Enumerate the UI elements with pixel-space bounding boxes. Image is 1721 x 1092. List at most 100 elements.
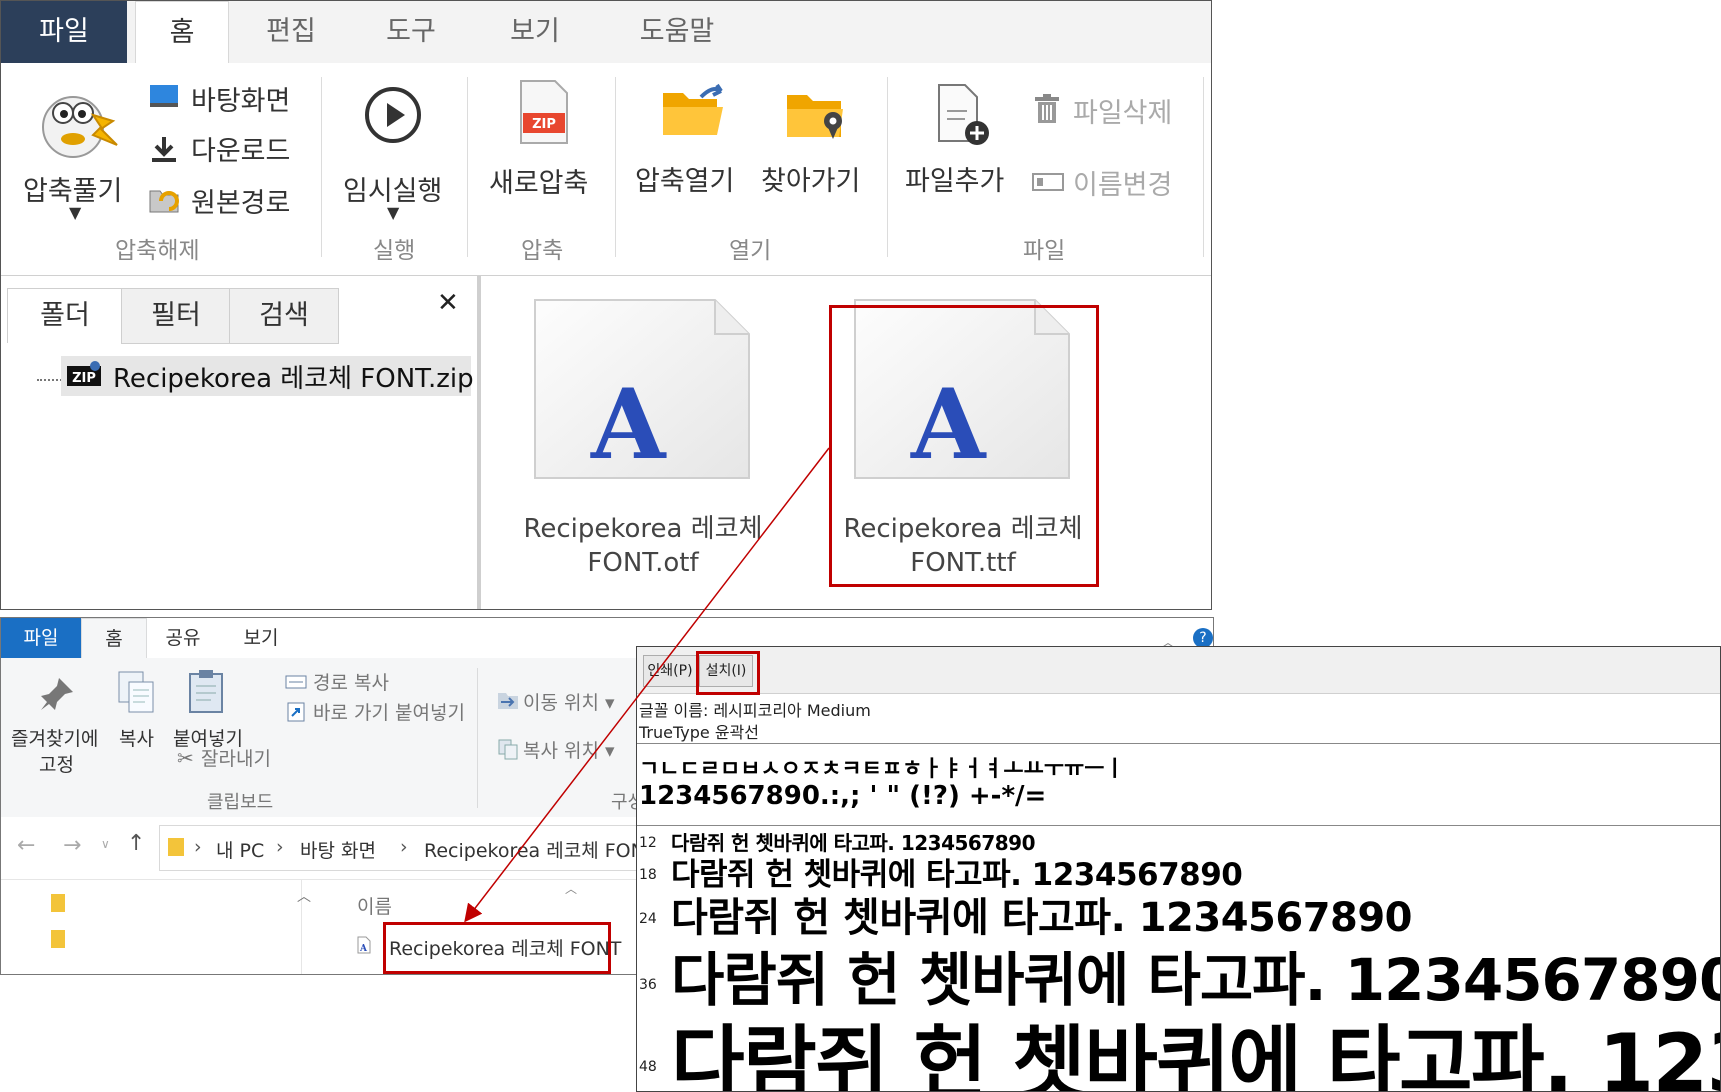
ribbon-tab-bar: 파일 홈 편집 도구 보기 도움말 [1, 1, 1211, 65]
tab-home[interactable]: 홈 [135, 1, 229, 65]
folder-icon [168, 838, 184, 856]
cut-button[interactable]: 잘라내기 [201, 744, 271, 771]
ribbon-divider [321, 77, 322, 257]
sample-size-label: 12 [639, 835, 657, 851]
zip-file-icon[interactable]: ZIP [517, 79, 571, 145]
move-to-button[interactable]: 이동 위치 ▾ [523, 688, 615, 715]
back-arrow-icon[interactable]: ← [17, 833, 35, 858]
breadcrumb-this-pc[interactable]: 내 PC [216, 836, 264, 863]
tab-filter[interactable]: 필터 [121, 288, 231, 344]
new-archive-button[interactable]: 새로압축 [489, 161, 588, 200]
tab-tools[interactable]: 도구 [361, 1, 461, 63]
file-name-otf[interactable]: Recipekorea 레코체 FONT.otf [493, 512, 793, 580]
forward-arrow-icon[interactable]: → [63, 833, 81, 858]
locate-folder-icon[interactable] [785, 87, 847, 143]
nav-pane-scroll-up-icon[interactable]: ︿ [297, 886, 311, 906]
help-icon[interactable]: ? [1193, 628, 1213, 648]
copy-button[interactable]: 복사 [119, 724, 154, 751]
play-icon[interactable] [363, 85, 423, 145]
breadcrumb-desktop[interactable]: 바탕 화면 [300, 836, 376, 863]
group-label-file: 파일 [1023, 238, 1066, 264]
group-label-clipboard: 클립보드 [207, 792, 274, 813]
breadcrumb-current-folder[interactable]: Recipekorea 레코체 FONT [424, 836, 656, 863]
file-name-line: Recipekorea 레코체 [523, 514, 763, 544]
otf-file-icon[interactable]: A [533, 298, 751, 481]
ribbon-divider [477, 668, 478, 808]
tab-search[interactable]: 검색 [229, 288, 339, 344]
tab-share[interactable]: 공유 [151, 618, 215, 658]
jamo-sample-line: ㄱㄴㄷㄹㅁㅂㅅㅇㅈㅊㅋㅌㅍㅎㅏㅑㅓㅕㅗㅛㅜㅠㅡㅣ [639, 757, 1125, 782]
move-to-label: 이동 위치 [523, 692, 599, 714]
folder-icon[interactable] [51, 894, 65, 912]
archive-sidebar: 폴더 필터 검색 ✕ ZIP Recipekorea 레코체 FONT.zip [1, 276, 481, 609]
open-archive-button[interactable]: 압축열기 [635, 159, 734, 198]
tab-home[interactable]: 홈 [81, 618, 147, 659]
copy-to-icon [497, 738, 519, 760]
up-arrow-icon[interactable]: ↑ [127, 831, 145, 856]
rename-button[interactable]: 이름변경 [1073, 163, 1172, 202]
scissors-icon: ✂ [177, 746, 194, 770]
sample-size-label: 36 [639, 977, 657, 993]
font-file-icon: A [357, 936, 371, 954]
install-highlight-box [696, 651, 760, 695]
tree-item-label: Recipekorea 레코체 FONT.zip [113, 364, 474, 394]
trash-icon [1033, 93, 1061, 125]
pin-label-line-2: 고정 [39, 754, 74, 776]
explorer-file-highlight-box [383, 922, 611, 974]
pin-to-quick-access-button[interactable]: 즐겨찾기에 [11, 724, 98, 751]
sample-size-label: 48 [639, 1059, 657, 1075]
desktop-icon [149, 83, 179, 109]
paste-shortcut-button[interactable]: 바로 가기 붙여넣기 [313, 698, 465, 725]
tree-item[interactable]: ZIP Recipekorea 레코체 FONT.zip [61, 356, 474, 396]
tab-edit[interactable]: 편집 [241, 1, 341, 63]
digits-sample-line: 1234567890.:,; ' " (!?) +-*/= [639, 781, 1047, 811]
add-file-button[interactable]: 파일추가 [905, 159, 1004, 198]
pin-icon[interactable] [39, 676, 75, 712]
origin-path-icon [147, 183, 181, 215]
breadcrumb-separator: › [400, 836, 408, 858]
recent-dropdown-icon[interactable]: ∨ [101, 837, 110, 851]
close-icon[interactable]: ✕ [437, 288, 459, 318]
group-label-extract: 압축해제 [115, 238, 200, 264]
print-button[interactable]: 인쇄(P) [643, 655, 697, 687]
copy-to-button[interactable]: 복사 위치 ▾ [523, 736, 615, 763]
ribbon-divider [887, 77, 888, 257]
svg-text:ZIP: ZIP [532, 117, 556, 132]
tab-file[interactable]: 파일 [1, 618, 81, 658]
tab-help[interactable]: 도움말 [617, 1, 737, 63]
open-folder-icon[interactable] [661, 83, 727, 139]
ttf-highlight-box [829, 305, 1099, 587]
tab-folder[interactable]: 폴더 [7, 288, 123, 343]
download-icon [149, 135, 179, 163]
extract-to-desktop-button[interactable]: 바탕화면 [191, 79, 290, 118]
breadcrumb-separator: › [276, 836, 284, 858]
move-to-icon [497, 688, 519, 710]
folder-icon[interactable] [51, 930, 65, 948]
zip-archive-icon: ZIP [65, 360, 103, 392]
copy-to-label: 복사 위치 [523, 740, 599, 762]
file-name-line: FONT.otf [587, 548, 699, 578]
group-label-run: 실행 [373, 238, 416, 264]
extract-dropdown-arrow-icon[interactable]: ▼ [69, 203, 81, 222]
tab-file[interactable]: 파일 [1, 1, 127, 63]
extract-to-download-button[interactable]: 다운로드 [191, 129, 290, 168]
breadcrumb-separator: › [194, 836, 202, 858]
font-preview-window: 인쇄(P) 설치(I) 글꼴 이름: 레시피코리아 Medium TrueTyp… [636, 646, 1721, 1092]
extract-mascot-icon[interactable] [31, 75, 121, 165]
copy-path-button[interactable]: 경로 복사 [313, 668, 389, 695]
delete-file-button[interactable]: 파일삭제 [1073, 91, 1172, 130]
tab-view[interactable]: 보기 [485, 1, 585, 63]
sample-text-48: 다람쥐 헌 쳇바퀴에 타고파. 1234567890 [671, 1017, 1720, 1092]
go-to-folder-button[interactable]: 찾아가기 [761, 159, 860, 198]
paste-shortcut-icon [287, 700, 305, 722]
add-file-icon[interactable] [935, 83, 993, 147]
ribbon-divider [1203, 77, 1204, 257]
tab-view[interactable]: 보기 [229, 618, 293, 658]
column-header-name[interactable]: 이름 [357, 892, 392, 919]
divider [637, 743, 1720, 744]
copy-icon[interactable] [117, 670, 155, 714]
temp-run-dropdown-arrow-icon[interactable]: ▼ [387, 203, 399, 222]
paste-icon[interactable] [187, 668, 225, 714]
extract-to-origin-button[interactable]: 원본경로 [191, 181, 290, 220]
font-viewer-toolbar: 인쇄(P) 설치(I) [637, 647, 1720, 694]
